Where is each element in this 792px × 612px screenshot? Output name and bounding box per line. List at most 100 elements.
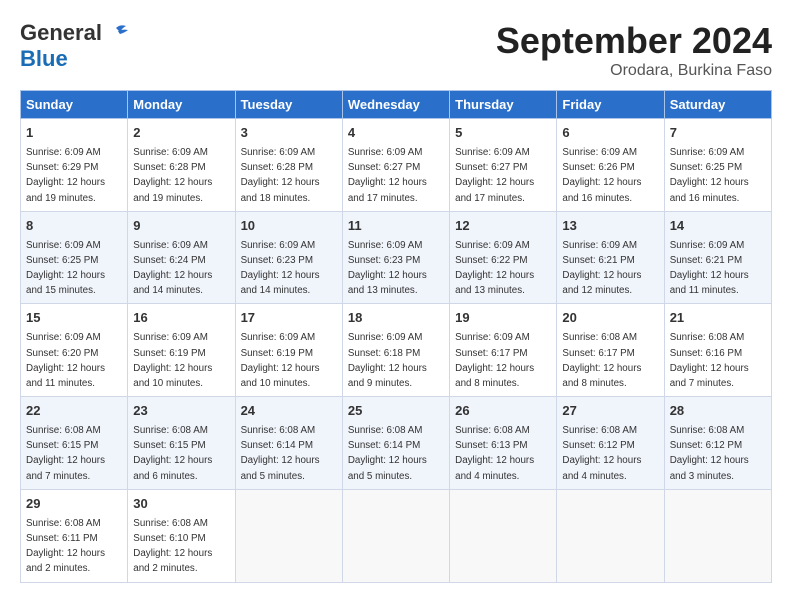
weekday-header: Saturday xyxy=(664,91,771,119)
calendar-week-row: 15 Sunrise: 6:09 AMSunset: 6:20 PMDayligh… xyxy=(21,304,772,397)
day-info: Sunrise: 6:09 AMSunset: 6:24 PMDaylight:… xyxy=(133,240,212,297)
day-info: Sunrise: 6:09 AMSunset: 6:21 PMDaylight:… xyxy=(670,240,749,297)
title-area: September 2024 Orodara, Burkina Faso xyxy=(496,20,772,80)
calendar-cell: 24 Sunrise: 6:08 AMSunset: 6:14 PMDayligh… xyxy=(235,397,342,490)
day-info: Sunrise: 6:08 AMSunset: 6:14 PMDaylight:… xyxy=(241,425,320,482)
day-number: 20 xyxy=(562,309,658,328)
day-info: Sunrise: 6:08 AMSunset: 6:14 PMDaylight:… xyxy=(348,425,427,482)
calendar-cell xyxy=(342,489,449,582)
day-info: Sunrise: 6:08 AMSunset: 6:10 PMDaylight:… xyxy=(133,518,212,575)
day-info: Sunrise: 6:09 AMSunset: 6:19 PMDaylight:… xyxy=(241,332,320,389)
day-number: 2 xyxy=(133,124,229,143)
calendar-cell: 1 Sunrise: 6:09 AMSunset: 6:29 PMDaylight… xyxy=(21,119,128,212)
day-info: Sunrise: 6:09 AMSunset: 6:29 PMDaylight:… xyxy=(26,147,105,204)
calendar-cell: 26Sunrise: 6:08 AMSunset: 6:13 PMDayligh… xyxy=(450,397,557,490)
day-number: 28 xyxy=(670,402,766,421)
day-number: 19 xyxy=(455,309,551,328)
day-info: Sunrise: 6:09 AMSunset: 6:27 PMDaylight:… xyxy=(348,147,427,204)
calendar-cell: 21 Sunrise: 6:08 AMSunset: 6:16 PMDayligh… xyxy=(664,304,771,397)
calendar-cell: 4 Sunrise: 6:09 AMSunset: 6:27 PMDaylight… xyxy=(342,119,449,212)
calendar-cell: 22 Sunrise: 6:08 AMSunset: 6:15 PMDayligh… xyxy=(21,397,128,490)
calendar-cell: 28 Sunrise: 6:08 AMSunset: 6:12 PMDayligh… xyxy=(664,397,771,490)
day-number: 6 xyxy=(562,124,658,143)
calendar-cell: 25 Sunrise: 6:08 AMSunset: 6:14 PMDayligh… xyxy=(342,397,449,490)
calendar-cell: 29 Sunrise: 6:08 AMSunset: 6:11 PMDayligh… xyxy=(21,489,128,582)
day-info: Sunrise: 6:08 AMSunset: 6:15 PMDaylight:… xyxy=(26,425,105,482)
calendar-cell: 3 Sunrise: 6:09 AMSunset: 6:28 PMDaylight… xyxy=(235,119,342,212)
location-subtitle: Orodara, Burkina Faso xyxy=(496,62,772,80)
calendar-cell: 30 Sunrise: 6:08 AMSunset: 6:10 PMDayligh… xyxy=(128,489,235,582)
day-number: 30 xyxy=(133,495,229,514)
weekday-header: Sunday xyxy=(21,91,128,119)
weekday-header: Tuesday xyxy=(235,91,342,119)
day-number: 27 xyxy=(562,402,658,421)
calendar-header-row: SundayMondayTuesdayWednesdayThursdayFrid… xyxy=(21,91,772,119)
calendar-cell: 18 Sunrise: 6:09 AMSunset: 6:18 PMDayligh… xyxy=(342,304,449,397)
month-title: September 2024 xyxy=(496,20,772,62)
day-number: 24 xyxy=(241,402,337,421)
logo: General Blue xyxy=(20,20,128,72)
day-info: Sunrise: 6:09 AMSunset: 6:22 PMDaylight:… xyxy=(455,240,534,297)
day-info: Sunrise: 6:09 AMSunset: 6:21 PMDaylight:… xyxy=(562,240,641,297)
calendar-cell: 20Sunrise: 6:08 AMSunset: 6:17 PMDayligh… xyxy=(557,304,664,397)
calendar-week-row: 22 Sunrise: 6:08 AMSunset: 6:15 PMDayligh… xyxy=(21,397,772,490)
calendar-cell: 6 Sunrise: 6:09 AMSunset: 6:26 PMDaylight… xyxy=(557,119,664,212)
page-header: General Blue September 2024 Orodara, Bur… xyxy=(20,20,772,80)
calendar-cell xyxy=(235,489,342,582)
day-number: 1 xyxy=(26,124,122,143)
day-info: Sunrise: 6:08 AMSunset: 6:12 PMDaylight:… xyxy=(562,425,641,482)
calendar-cell: 13Sunrise: 6:09 AMSunset: 6:21 PMDayligh… xyxy=(557,211,664,304)
calendar-cell: 17Sunrise: 6:09 AMSunset: 6:19 PMDayligh… xyxy=(235,304,342,397)
day-number: 14 xyxy=(670,217,766,236)
day-number: 25 xyxy=(348,402,444,421)
day-number: 4 xyxy=(348,124,444,143)
day-number: 18 xyxy=(348,309,444,328)
day-info: Sunrise: 6:08 AMSunset: 6:12 PMDaylight:… xyxy=(670,425,749,482)
day-number: 5 xyxy=(455,124,551,143)
day-info: Sunrise: 6:08 AMSunset: 6:11 PMDaylight:… xyxy=(26,518,105,575)
calendar-cell: 11Sunrise: 6:09 AMSunset: 6:23 PMDayligh… xyxy=(342,211,449,304)
calendar-cell: 19 Sunrise: 6:09 AMSunset: 6:17 PMDayligh… xyxy=(450,304,557,397)
calendar-cell: 15 Sunrise: 6:09 AMSunset: 6:20 PMDayligh… xyxy=(21,304,128,397)
weekday-header: Wednesday xyxy=(342,91,449,119)
day-info: Sunrise: 6:09 AMSunset: 6:23 PMDaylight:… xyxy=(348,240,427,297)
day-info: Sunrise: 6:09 AMSunset: 6:26 PMDaylight:… xyxy=(562,147,641,204)
calendar-cell: 9Sunrise: 6:09 AMSunset: 6:24 PMDaylight… xyxy=(128,211,235,304)
day-number: 10 xyxy=(241,217,337,236)
day-number: 3 xyxy=(241,124,337,143)
day-info: Sunrise: 6:09 AMSunset: 6:28 PMDaylight:… xyxy=(241,147,320,204)
day-info: Sunrise: 6:08 AMSunset: 6:15 PMDaylight:… xyxy=(133,425,212,482)
day-number: 16 xyxy=(133,309,229,328)
day-info: Sunrise: 6:09 AMSunset: 6:23 PMDaylight:… xyxy=(241,240,320,297)
day-number: 23 xyxy=(133,402,229,421)
day-info: Sunrise: 6:09 AMSunset: 6:28 PMDaylight:… xyxy=(133,147,212,204)
day-info: Sunrise: 6:08 AMSunset: 6:16 PMDaylight:… xyxy=(670,332,749,389)
day-info: Sunrise: 6:09 AMSunset: 6:27 PMDaylight:… xyxy=(455,147,534,204)
day-number: 7 xyxy=(670,124,766,143)
calendar-cell xyxy=(557,489,664,582)
calendar-cell: 14 Sunrise: 6:09 AMSunset: 6:21 PMDayligh… xyxy=(664,211,771,304)
calendar-cell: 23 Sunrise: 6:08 AMSunset: 6:15 PMDayligh… xyxy=(128,397,235,490)
day-info: Sunrise: 6:09 AMSunset: 6:20 PMDaylight:… xyxy=(26,332,105,389)
day-info: Sunrise: 6:09 AMSunset: 6:19 PMDaylight:… xyxy=(133,332,212,389)
day-info: Sunrise: 6:09 AMSunset: 6:18 PMDaylight:… xyxy=(348,332,427,389)
calendar-cell: 10 Sunrise: 6:09 AMSunset: 6:23 PMDayligh… xyxy=(235,211,342,304)
calendar-cell: 8Sunrise: 6:09 AMSunset: 6:25 PMDaylight… xyxy=(21,211,128,304)
day-info: Sunrise: 6:09 AMSunset: 6:17 PMDaylight:… xyxy=(455,332,534,389)
day-number: 8 xyxy=(26,217,122,236)
day-number: 15 xyxy=(26,309,122,328)
calendar-cell: 16 Sunrise: 6:09 AMSunset: 6:19 PMDayligh… xyxy=(128,304,235,397)
day-number: 12 xyxy=(455,217,551,236)
day-info: Sunrise: 6:08 AMSunset: 6:13 PMDaylight:… xyxy=(455,425,534,482)
calendar-week-row: 29 Sunrise: 6:08 AMSunset: 6:11 PMDayligh… xyxy=(21,489,772,582)
calendar-cell: 27 Sunrise: 6:08 AMSunset: 6:12 PMDayligh… xyxy=(557,397,664,490)
calendar-table: SundayMondayTuesdayWednesdayThursdayFrid… xyxy=(20,90,772,583)
calendar-cell: 12 Sunrise: 6:09 AMSunset: 6:22 PMDayligh… xyxy=(450,211,557,304)
day-number: 29 xyxy=(26,495,122,514)
calendar-week-row: 8Sunrise: 6:09 AMSunset: 6:25 PMDaylight… xyxy=(21,211,772,304)
logo-blue-text: Blue xyxy=(20,46,68,72)
day-number: 21 xyxy=(670,309,766,328)
calendar-cell: 2 Sunrise: 6:09 AMSunset: 6:28 PMDaylight… xyxy=(128,119,235,212)
weekday-header: Friday xyxy=(557,91,664,119)
day-number: 22 xyxy=(26,402,122,421)
